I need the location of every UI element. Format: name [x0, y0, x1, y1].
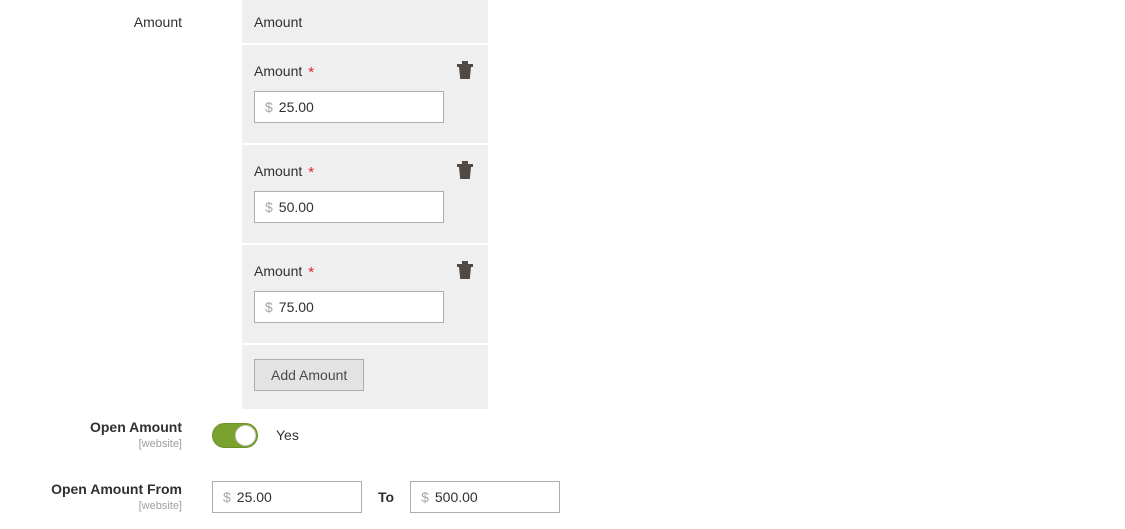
currency-symbol-icon: $	[265, 99, 273, 115]
open-amount-range-wrapper: $ To $	[212, 481, 561, 513]
amount-input[interactable]	[278, 192, 443, 222]
open-amount-field-row: Open Amount [website] Yes	[0, 419, 299, 452]
open-amount-range-label: Open Amount From [website]	[0, 481, 212, 514]
product-amount-form: Amount Amount Amount * $ 25.00 Amount * …	[0, 0, 1125, 529]
open-amount-to-wrapper[interactable]: $	[410, 481, 561, 513]
required-asterisk-icon: *	[308, 264, 315, 281]
amount-input[interactable]	[278, 92, 443, 122]
amount-record-label-text: Amount	[254, 263, 303, 279]
required-asterisk-icon: *	[308, 164, 315, 181]
amount-record-row: Amount * $	[242, 245, 488, 345]
amount-input-wrapper[interactable]: $	[254, 191, 444, 223]
amount-field-label: Amount	[0, 14, 212, 30]
amount-field-label-text: Amount	[133, 14, 182, 30]
amount-panel-header-text: Amount	[254, 13, 303, 30]
delete-amount-button[interactable]	[454, 259, 476, 281]
trash-icon	[457, 261, 473, 279]
amount-field-row: Amount	[0, 14, 212, 30]
open-amount-label: Open Amount [website]	[0, 419, 212, 452]
trash-icon	[457, 161, 473, 179]
toggle-knob	[235, 424, 256, 446]
amount-record-label: Amount *	[254, 63, 476, 81]
delete-amount-button[interactable]	[454, 59, 476, 81]
amount-record-label-text: Amount	[254, 163, 303, 179]
open-amount-label-text: Open Amount	[89, 419, 182, 435]
currency-symbol-icon: $	[265, 299, 273, 315]
amount-record-row: Amount * $	[242, 145, 488, 245]
amount-panel-footer: Add Amount	[242, 345, 488, 409]
amount-record-row: Amount * $	[242, 45, 488, 145]
amount-record-label: Amount *	[254, 263, 476, 281]
open-amount-scope-text: [website]	[138, 438, 182, 450]
open-amount-toggle-state: Yes	[276, 427, 299, 443]
range-separator-label: To	[378, 489, 395, 505]
currency-symbol-icon: $	[223, 489, 231, 505]
currency-symbol-icon: $	[421, 489, 429, 505]
trash-icon	[457, 61, 473, 79]
open-amount-toggle[interactable]	[212, 422, 258, 448]
open-amount-toggle-wrapper: Yes	[212, 419, 299, 451]
amount-input-wrapper[interactable]: $	[254, 91, 444, 123]
amount-records-panel: Amount Amount * $ Amount *	[242, 0, 488, 409]
currency-symbol-icon: $	[265, 199, 273, 215]
required-asterisk-icon: *	[308, 64, 315, 81]
open-amount-from-wrapper[interactable]: $	[212, 481, 362, 513]
open-amount-range-field-row: Open Amount From [website] $ To $	[0, 481, 561, 514]
amount-input[interactable]	[278, 292, 443, 322]
add-amount-button[interactable]: Add Amount	[254, 359, 365, 391]
amount-record-label: Amount *	[254, 163, 476, 181]
amount-panel-header: Amount	[242, 0, 488, 45]
amount-record-label-text: Amount	[254, 63, 303, 79]
delete-amount-button[interactable]	[454, 159, 476, 181]
open-amount-from-input[interactable]	[236, 482, 361, 512]
amount-input-wrapper[interactable]: $	[254, 291, 444, 323]
open-amount-range-scope-text: [website]	[138, 500, 182, 512]
open-amount-to-input[interactable]	[434, 482, 560, 512]
open-amount-range-label-text: Open Amount From	[51, 481, 182, 497]
